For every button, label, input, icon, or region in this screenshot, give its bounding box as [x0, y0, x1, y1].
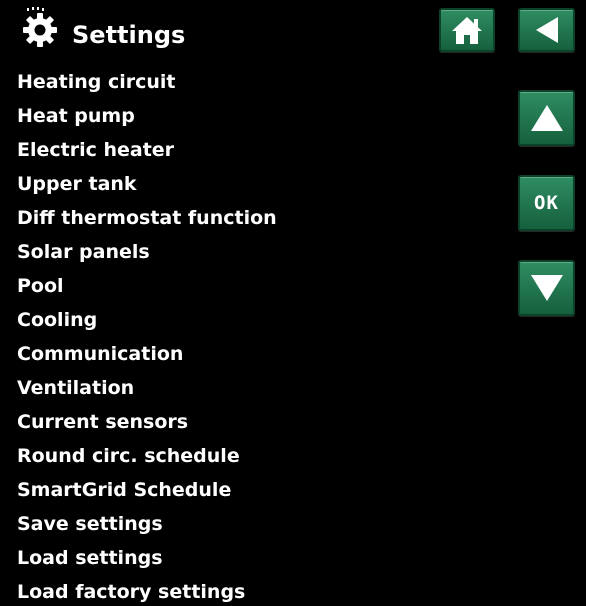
menu-item-ventilation[interactable]: Ventilation	[17, 371, 497, 405]
menu-item-heating-circuit[interactable]: Heating circuit	[17, 65, 497, 99]
down-arrow-icon	[530, 275, 563, 301]
menu-item-load-factory-settings[interactable]: Load factory settings	[17, 575, 497, 606]
settings-menu: Heating circuit Heat pump Electric heate…	[17, 65, 497, 606]
scroll-up-button[interactable]	[518, 90, 575, 146]
menu-item-load-settings[interactable]: Load settings	[17, 541, 497, 575]
settings-screen: Settings Heating circuit Heat pump Elect…	[0, 0, 586, 606]
header: Settings	[0, 0, 586, 64]
menu-item-solar-panels[interactable]: Solar panels	[17, 235, 497, 269]
page-title: Settings	[72, 21, 186, 49]
gear-icon	[17, 7, 63, 53]
back-button[interactable]	[518, 8, 575, 52]
menu-item-diff-thermostat-function[interactable]: Diff thermostat function	[17, 201, 497, 235]
menu-item-heat-pump[interactable]: Heat pump	[17, 99, 497, 133]
menu-item-save-settings[interactable]: Save settings	[17, 507, 497, 541]
scroll-down-button[interactable]	[518, 260, 575, 316]
ok-button[interactable]: OK	[518, 175, 575, 231]
ok-label: OK	[534, 192, 559, 214]
menu-item-smartgrid-schedule[interactable]: SmartGrid Schedule	[17, 473, 497, 507]
home-button[interactable]	[439, 8, 495, 52]
menu-item-pool[interactable]: Pool	[17, 269, 497, 303]
up-arrow-icon	[530, 105, 563, 131]
menu-item-cooling[interactable]: Cooling	[17, 303, 497, 337]
menu-item-current-sensors[interactable]: Current sensors	[17, 405, 497, 439]
menu-item-upper-tank[interactable]: Upper tank	[17, 167, 497, 201]
home-icon	[452, 17, 482, 44]
menu-item-electric-heater[interactable]: Electric heater	[17, 133, 497, 167]
menu-item-communication[interactable]: Communication	[17, 337, 497, 371]
back-arrow-icon	[535, 17, 558, 43]
menu-item-round-circ-schedule[interactable]: Round circ. schedule	[17, 439, 497, 473]
